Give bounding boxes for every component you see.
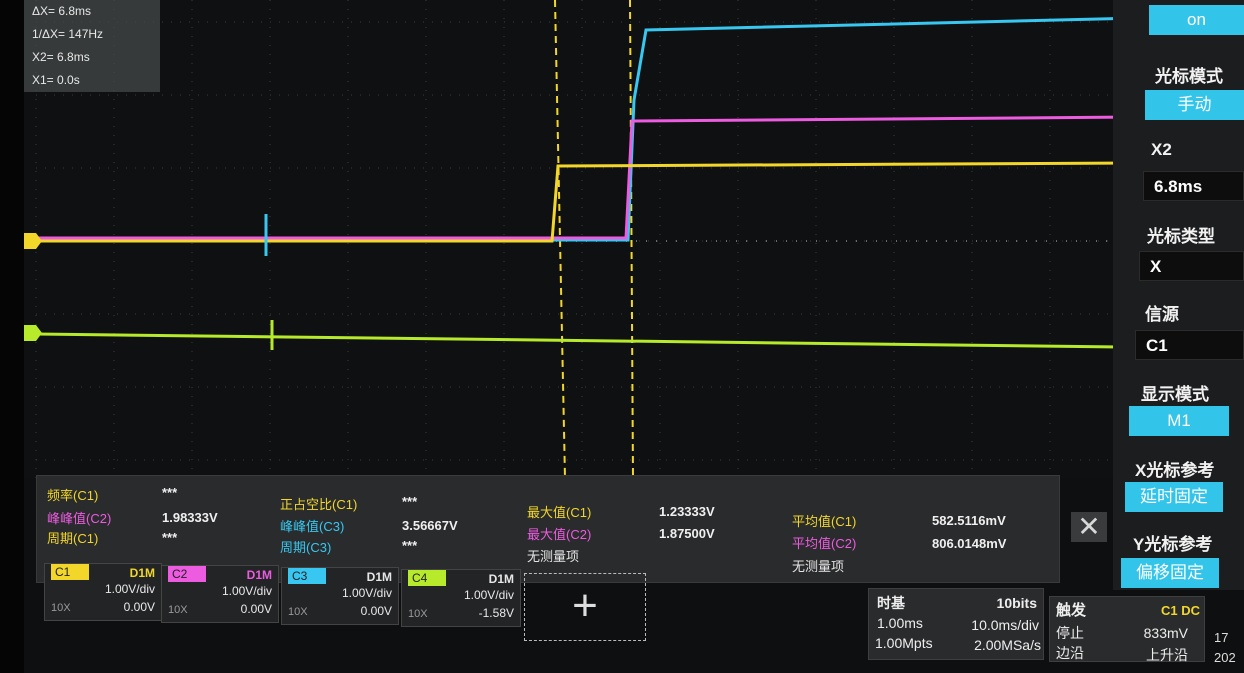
freq-c1-value: *** — [162, 485, 178, 500]
add-channel-button[interactable]: + — [524, 573, 646, 641]
channel-c2-scale: 1.00V/div — [221, 584, 272, 598]
clock-readout: 17 202 — [1214, 628, 1236, 668]
trigger-source: C1 DC — [1160, 603, 1200, 618]
max-c1-label: 最大值(C1) — [527, 505, 592, 520]
channel-c4-offset: -1.58V — [478, 606, 514, 620]
period-c3-value: *** — [402, 538, 418, 553]
duty-c1-value: *** — [402, 494, 418, 509]
x2-readout: X2= 6.8ms — [32, 50, 90, 64]
x-cursor-ref-button[interactable]: 延时固定 — [1125, 482, 1223, 512]
channel-c2-offset: 0.00V — [240, 602, 272, 616]
channel-c3-box[interactable]: C3 D1M 1.00V/div 10X 0.00V — [281, 567, 399, 625]
duty-c1-label: 正占空比(C1) — [280, 497, 358, 512]
avg-c2-value: 806.0148mV — [932, 536, 1007, 551]
clock-line-1: 17 — [1214, 630, 1229, 645]
channel-c2-tag: C2 — [168, 566, 206, 582]
display-mode-button[interactable]: M1 — [1129, 406, 1229, 436]
close-icon: ✕ — [1077, 511, 1101, 542]
cursor-type-field[interactable]: X — [1139, 251, 1244, 281]
delta-x-readout: ΔX= 6.8ms — [32, 4, 92, 18]
timebase-label: 时基 — [877, 595, 905, 611]
source-label: 信源 — [1145, 305, 1179, 324]
channel-c3-tag: C3 — [288, 568, 326, 584]
avg-c2-label: 平均值(C2) — [792, 536, 857, 551]
trigger-type: 边沿 — [1056, 645, 1084, 661]
trigger-label: 触发 — [1056, 602, 1087, 619]
inverse-delta-x-readout: 1/ΔX= 147Hz — [32, 27, 104, 41]
cursor-mode-label: 光标模式 — [1155, 67, 1223, 86]
timebase-scale: 10.0ms/div — [971, 617, 1039, 633]
channel-c1-offset: 0.00V — [123, 600, 155, 614]
channel-c4-box[interactable]: C4 D1M 1.00V/div 10X -1.58V — [401, 569, 521, 627]
cursor-readout-panel: ΔX= 6.8ms 1/ΔX= 147Hz X2= 6.8ms X1= 0.0s — [24, 0, 160, 92]
timebase-sample-rate: 2.00MSa/s — [974, 637, 1041, 653]
pp-c2-value: 1.98333V — [162, 510, 218, 525]
max-c2-value: 1.87500V — [659, 526, 715, 541]
cursor-toggle-button[interactable]: on — [1149, 5, 1244, 35]
channel-c3-offset: 0.00V — [360, 604, 392, 618]
timebase-bits: 10bits — [996, 595, 1037, 611]
trigger-slope: 上升沿 — [1146, 647, 1188, 663]
plus-icon: + — [572, 581, 598, 630]
clock-line-2: 202 — [1214, 650, 1236, 665]
timebase-time: 1.00ms — [877, 615, 923, 631]
channel-c2-mode: D1M — [246, 568, 272, 582]
period-c3-label: 周期(C3) — [280, 540, 332, 555]
source-field[interactable]: C1 — [1135, 330, 1244, 360]
channel-c4-tag: C4 — [408, 570, 446, 586]
period-c1-label: 周期(C1) — [47, 531, 99, 546]
y-cursor-ref-label: Y光标参考 — [1133, 535, 1213, 554]
trigger-level: 833mV — [1143, 625, 1188, 641]
empty-measure-slot-1[interactable]: 无测量项 — [527, 546, 579, 565]
max-c1-value: 1.23333V — [659, 504, 715, 519]
close-measurement-button[interactable]: ✕ — [1071, 512, 1107, 542]
channel-c2-box[interactable]: C2 D1M 1.00V/div 10X 0.00V — [161, 565, 279, 623]
channel-c4-scale: 1.00V/div — [463, 588, 514, 602]
channel-c1-tag: C1 — [51, 564, 89, 580]
cursor-side-menu: on 光标模式 手动 X2 6.8ms 光标类型 X 信源 C1 显示模式 M1… — [1113, 0, 1244, 590]
timebase-panel[interactable]: 时基 10bits 1.00ms 10.0ms/div 1.00Mpts 2.0… — [868, 588, 1044, 660]
trigger-panel[interactable]: 触发 C1 DC 停止 833mV 边沿 上升沿 — [1049, 596, 1205, 663]
trigger-state: 停止 — [1056, 625, 1084, 641]
timebase-memory: 1.00Mpts — [875, 635, 933, 651]
channel-c1-box[interactable]: C1 D1M 1.00V/div 10X 0.00V — [44, 563, 162, 621]
pp-c2-label: 峰峰值(C2) — [47, 511, 112, 526]
cursor-mode-button[interactable]: 手动 — [1145, 90, 1244, 120]
channel-c1-mode: D1M — [129, 566, 155, 580]
pp-c3-value: 3.56667V — [402, 518, 458, 533]
x2-label: X2 — [1151, 140, 1172, 159]
waveform-display[interactable] — [0, 0, 1244, 490]
channel-c3-mode: D1M — [366, 570, 392, 584]
channel-c4-mode: D1M — [488, 572, 514, 586]
max-c2-label: 最大值(C2) — [527, 527, 592, 542]
channel-c2-probe: 10X — [168, 604, 188, 616]
x1-readout: X1= 0.0s — [32, 73, 80, 87]
period-c1-value: *** — [162, 530, 178, 545]
x-cursor-ref-label: X光标参考 — [1135, 461, 1215, 480]
avg-c1-value: 582.5116mV — [932, 513, 1006, 528]
channel-c1-scale: 1.00V/div — [104, 582, 155, 596]
channel-c3-probe: 10X — [288, 606, 308, 618]
y-cursor-ref-button[interactable]: 偏移固定 — [1121, 558, 1219, 588]
channel-c4-probe: 10X — [408, 608, 428, 620]
freq-c1-label: 频率(C1) — [47, 488, 99, 503]
display-mode-label: 显示模式 — [1141, 385, 1209, 404]
avg-c1-label: 平均值(C1) — [792, 514, 857, 529]
empty-measure-slot-2[interactable]: 无测量项 — [792, 556, 844, 575]
pp-c3-label: 峰峰值(C3) — [280, 519, 345, 534]
channel-c3-scale: 1.00V/div — [341, 586, 392, 600]
cursor-type-label: 光标类型 — [1147, 227, 1215, 246]
channel-c1-probe: 10X — [51, 602, 71, 614]
x2-value-field[interactable]: 6.8ms — [1143, 171, 1244, 201]
